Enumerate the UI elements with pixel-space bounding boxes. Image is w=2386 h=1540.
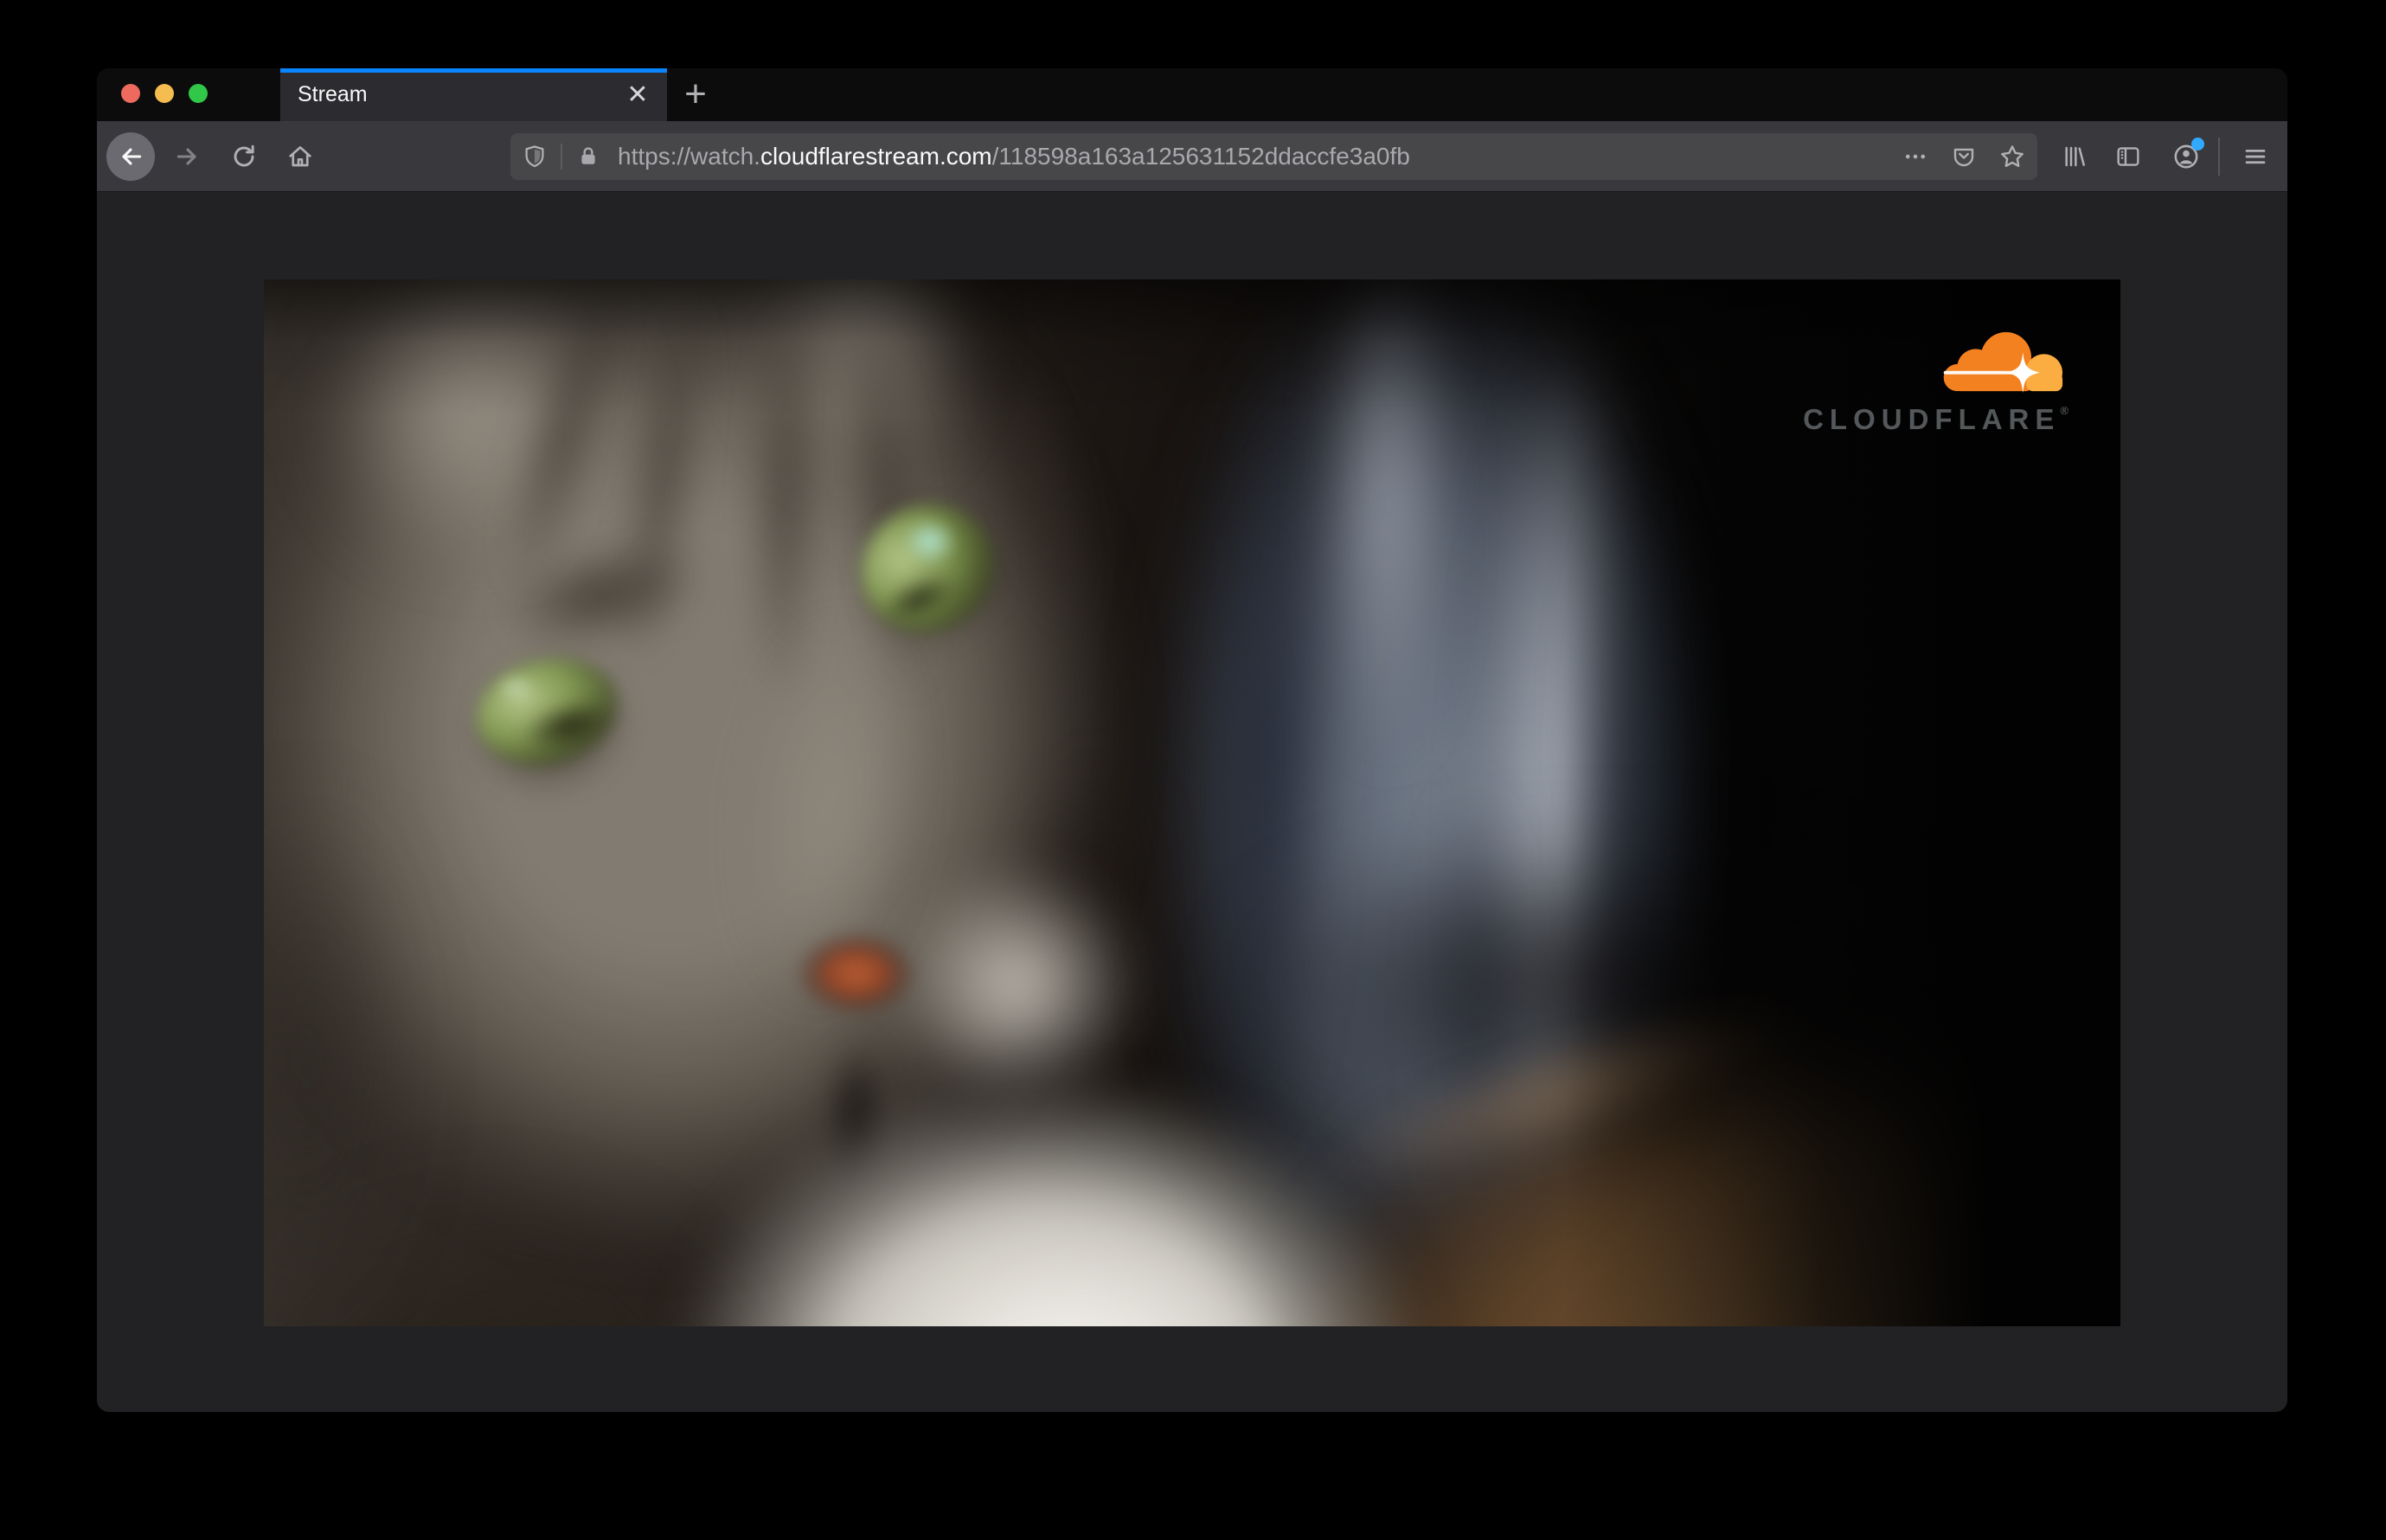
url-display[interactable]: https://watch.cloudflarestream.com/11859… bbox=[618, 143, 1410, 170]
navigation-toolbar: https://watch.cloudflarestream.com/11859… bbox=[97, 121, 2287, 192]
ellipsis-icon bbox=[1903, 144, 1927, 169]
close-tab-icon[interactable]: ✕ bbox=[622, 80, 653, 111]
site-security-button[interactable] bbox=[573, 141, 604, 172]
sidebar-button[interactable] bbox=[2109, 138, 2147, 176]
cloudflare-cloud-icon bbox=[1943, 331, 2063, 394]
url-prefix: https://watch. bbox=[618, 142, 760, 170]
browser-window: Stream ✕ + https://watch.cloudflarestrea… bbox=[97, 68, 2287, 1412]
cloudflare-brand-text: CLOUDFLARE® bbox=[1803, 403, 2069, 435]
reload-icon bbox=[230, 143, 258, 170]
video-player[interactable]: CLOUDFLARE® bbox=[264, 279, 2120, 1326]
active-tab-indicator bbox=[280, 68, 667, 73]
shield-icon bbox=[522, 144, 548, 170]
home-icon bbox=[286, 143, 314, 170]
toolbar-divider bbox=[2218, 137, 2220, 176]
forward-button[interactable] bbox=[169, 138, 207, 176]
close-window-button[interactable] bbox=[121, 84, 140, 103]
new-tab-button[interactable]: + bbox=[676, 74, 715, 114]
tracking-protection-button[interactable] bbox=[518, 140, 551, 173]
library-icon bbox=[2061, 143, 2088, 170]
save-to-pocket-button[interactable] bbox=[1947, 140, 1980, 173]
tab-bar: Stream ✕ + bbox=[97, 68, 2287, 121]
zoom-window-button[interactable] bbox=[189, 84, 208, 103]
page-action-icons bbox=[1899, 140, 2029, 173]
page-actions-button[interactable] bbox=[1899, 140, 1932, 173]
reload-button[interactable] bbox=[225, 138, 263, 176]
account-button[interactable] bbox=[2167, 137, 2205, 176]
pocket-icon bbox=[1951, 144, 1977, 170]
minimize-window-button[interactable] bbox=[155, 84, 174, 103]
lock-icon bbox=[576, 144, 600, 169]
back-icon bbox=[117, 143, 144, 170]
bookmark-star-icon bbox=[1998, 143, 2026, 170]
bookmark-button[interactable] bbox=[1996, 140, 2029, 173]
account-notification-dot bbox=[2191, 137, 2204, 151]
tab-stream[interactable]: Stream ✕ bbox=[280, 68, 667, 121]
trademark-symbol: ® bbox=[2060, 404, 2069, 417]
hamburger-menu-icon bbox=[2242, 143, 2269, 170]
page-content: CLOUDFLARE® bbox=[97, 192, 2287, 1412]
library-button[interactable] bbox=[2056, 138, 2094, 176]
url-domain: cloudflarestream.com bbox=[760, 142, 992, 170]
url-path: /118598a163a125631152ddaccfe3a0fb bbox=[991, 142, 1410, 170]
home-button[interactable] bbox=[281, 138, 319, 176]
cloudflare-watermark: CLOUDFLARE® bbox=[1803, 329, 2069, 433]
forward-icon bbox=[174, 143, 202, 170]
traffic-lights bbox=[121, 84, 208, 103]
sidebar-icon bbox=[2114, 143, 2142, 170]
url-bar[interactable]: https://watch.cloudflarestream.com/11859… bbox=[510, 132, 2037, 180]
menu-button[interactable] bbox=[2236, 138, 2274, 176]
tab-title: Stream bbox=[298, 82, 368, 106]
video-top-vignette bbox=[264, 279, 2120, 1326]
urlbar-divider bbox=[561, 143, 562, 170]
back-button[interactable] bbox=[106, 132, 155, 181]
